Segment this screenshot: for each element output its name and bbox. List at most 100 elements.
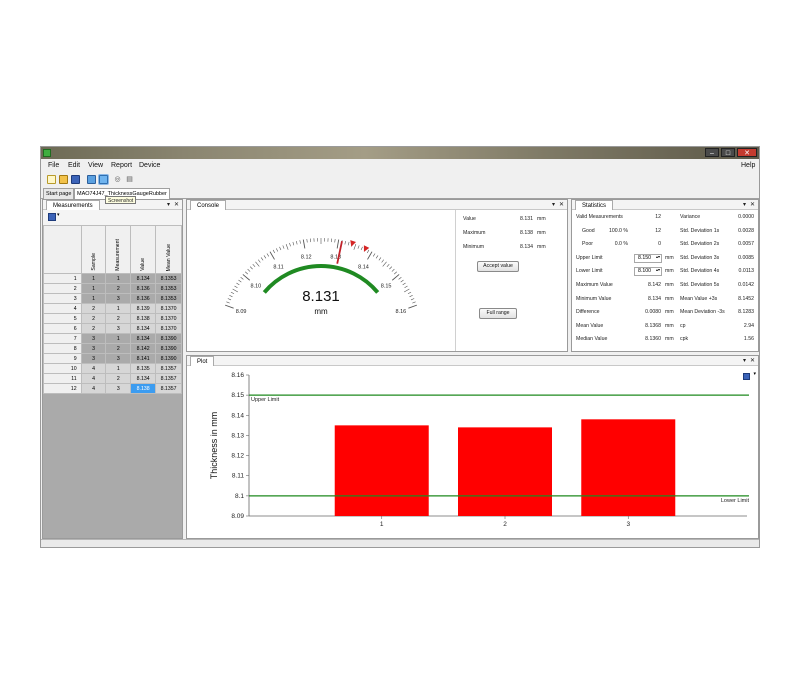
save-icon[interactable] bbox=[71, 175, 80, 184]
value-cell[interactable]: 8.141 bbox=[130, 353, 157, 364]
sample-cell[interactable]: 2 bbox=[80, 303, 107, 314]
accept-value-button[interactable]: Accept value bbox=[477, 261, 519, 272]
menu-edit[interactable]: Edit bbox=[68, 162, 80, 169]
mean-value-cell[interactable]: 8.1357 bbox=[155, 363, 182, 374]
row-header[interactable]: 3 bbox=[43, 293, 82, 304]
measurement-cell[interactable]: 3 bbox=[105, 353, 132, 364]
column-header-value[interactable]: Value bbox=[130, 225, 157, 274]
sample-cell[interactable]: 3 bbox=[80, 353, 107, 364]
row-header[interactable]: 7 bbox=[43, 333, 82, 344]
open-folder-icon[interactable] bbox=[59, 175, 68, 184]
value-cell[interactable]: 8.134 bbox=[130, 333, 157, 344]
panel-menu-icon[interactable]: ▾ bbox=[167, 200, 170, 210]
measurement-cell[interactable]: 3 bbox=[105, 293, 132, 304]
sample-cell[interactable]: 4 bbox=[80, 363, 107, 374]
column-header-mean-value[interactable]: Mean Value bbox=[155, 225, 182, 274]
console-tab[interactable]: Console bbox=[190, 200, 227, 210]
save-icon[interactable] bbox=[48, 213, 56, 221]
table-row[interactable]: 5 2 2 8.138 8.1370 bbox=[43, 313, 182, 324]
table-row[interactable]: 4 2 1 8.139 8.1370 bbox=[43, 303, 182, 314]
column-header-measurement[interactable]: Measurement bbox=[105, 225, 132, 274]
row-header[interactable]: 10 bbox=[43, 363, 82, 374]
binoculars-icon[interactable]: ◎ bbox=[113, 175, 122, 184]
measurement-cell[interactable]: 2 bbox=[105, 373, 132, 384]
measurement-cell[interactable]: 1 bbox=[105, 363, 132, 374]
mean-value-cell[interactable]: 8.1390 bbox=[155, 333, 182, 344]
measurement-cell[interactable]: 1 bbox=[105, 303, 132, 314]
row-header[interactable]: 9 bbox=[43, 353, 82, 364]
sample-cell[interactable]: 3 bbox=[80, 343, 107, 354]
sample-cell[interactable]: 2 bbox=[80, 323, 107, 334]
measurement-cell[interactable]: 1 bbox=[105, 333, 132, 344]
measurements-tab[interactable]: Measurements bbox=[46, 200, 100, 210]
measurement-cell[interactable]: 3 bbox=[105, 323, 132, 334]
table-row[interactable]: 9 3 3 8.141 8.1390 bbox=[43, 353, 182, 364]
mean-value-cell[interactable]: 8.1353 bbox=[155, 273, 182, 284]
panel-menu-icon[interactable]: ▾ bbox=[552, 200, 555, 210]
column-header-sample[interactable]: Sample bbox=[80, 225, 107, 274]
lower-limit-stepper[interactable]: 8.100 bbox=[634, 267, 662, 277]
screenshot-icon[interactable] bbox=[99, 175, 108, 184]
panel-close-icon[interactable]: ✕ bbox=[174, 200, 179, 210]
value-cell[interactable]: 8.138 bbox=[130, 383, 157, 394]
value-cell[interactable]: 8.136 bbox=[130, 283, 157, 294]
value-cell[interactable]: 8.135 bbox=[130, 363, 157, 374]
menu-file[interactable]: File bbox=[48, 162, 59, 169]
mean-value-cell[interactable]: 8.1357 bbox=[155, 373, 182, 384]
mean-value-cell[interactable]: 8.1353 bbox=[155, 283, 182, 294]
table-row[interactable]: 3 1 3 8.136 8.1353 bbox=[43, 293, 182, 304]
mean-value-cell[interactable]: 8.1370 bbox=[155, 303, 182, 314]
row-header[interactable]: 5 bbox=[43, 313, 82, 324]
sample-cell[interactable]: 4 bbox=[80, 383, 107, 394]
print-icon[interactable]: ▤ bbox=[125, 175, 134, 184]
value-cell[interactable]: 8.136 bbox=[130, 293, 157, 304]
mean-value-cell[interactable]: 8.1370 bbox=[155, 313, 182, 324]
plot-tab[interactable]: Plot bbox=[190, 356, 215, 366]
menu-help[interactable]: Help bbox=[741, 162, 755, 169]
sample-cell[interactable]: 1 bbox=[80, 273, 107, 284]
table-row[interactable]: 7 3 1 8.134 8.1390 bbox=[43, 333, 182, 344]
maximize-button[interactable]: □ bbox=[721, 148, 735, 157]
table-row[interactable]: 11 4 2 8.134 8.1357 bbox=[43, 373, 182, 384]
measurement-cell[interactable]: 2 bbox=[105, 343, 132, 354]
table-row[interactable]: 1 1 1 8.134 8.1353 bbox=[43, 273, 182, 284]
panel-close-icon[interactable]: ✕ bbox=[750, 200, 755, 210]
table-row[interactable]: 10 4 1 8.135 8.1357 bbox=[43, 363, 182, 374]
row-header[interactable]: 2 bbox=[43, 283, 82, 294]
upper-limit-stepper[interactable]: 8.150 bbox=[634, 253, 662, 263]
value-cell[interactable]: 8.134 bbox=[130, 373, 157, 384]
table-row[interactable]: 6 2 3 8.134 8.1370 bbox=[43, 323, 182, 334]
value-cell[interactable]: 8.139 bbox=[130, 303, 157, 314]
menu-report[interactable]: Report bbox=[111, 162, 132, 169]
sample-cell[interactable]: 2 bbox=[80, 313, 107, 324]
row-header[interactable]: 1 bbox=[43, 273, 82, 284]
table-row[interactable]: 2 1 2 8.136 8.1353 bbox=[43, 283, 182, 294]
value-cell[interactable]: 8.134 bbox=[130, 273, 157, 284]
mean-value-cell[interactable]: 8.1357 bbox=[155, 383, 182, 394]
measurement-cell[interactable]: 3 bbox=[105, 383, 132, 394]
row-header[interactable]: 8 bbox=[43, 343, 82, 354]
measurement-cell[interactable]: 1 bbox=[105, 273, 132, 284]
row-header[interactable]: 11 bbox=[43, 373, 82, 384]
value-cell[interactable]: 8.142 bbox=[130, 343, 157, 354]
panel-menu-icon[interactable]: ▾ bbox=[743, 356, 746, 366]
statistics-tab[interactable]: Statistics bbox=[575, 200, 614, 210]
measurement-cell[interactable]: 2 bbox=[105, 313, 132, 324]
sample-cell[interactable]: 1 bbox=[80, 283, 107, 294]
row-header[interactable]: 4 bbox=[43, 303, 82, 314]
mean-value-cell[interactable]: 8.1390 bbox=[155, 343, 182, 354]
row-header[interactable]: 6 bbox=[43, 323, 82, 334]
sample-cell[interactable]: 4 bbox=[80, 373, 107, 384]
chevron-down-icon[interactable]: ▾ bbox=[57, 212, 60, 218]
value-cell[interactable]: 8.138 bbox=[130, 313, 157, 324]
close-button[interactable]: ✕ bbox=[737, 148, 757, 157]
panel-close-icon[interactable]: ✕ bbox=[750, 356, 755, 366]
mean-value-cell[interactable]: 8.1390 bbox=[155, 353, 182, 364]
menu-view[interactable]: View bbox=[88, 162, 103, 169]
menu-device[interactable]: Device bbox=[139, 162, 160, 169]
full-range-button[interactable]: Full range bbox=[479, 308, 517, 319]
table-row[interactable]: 8 3 2 8.142 8.1390 bbox=[43, 343, 182, 354]
chart-icon[interactable] bbox=[87, 175, 96, 184]
sample-cell[interactable]: 3 bbox=[80, 333, 107, 344]
mean-value-cell[interactable]: 8.1353 bbox=[155, 293, 182, 304]
